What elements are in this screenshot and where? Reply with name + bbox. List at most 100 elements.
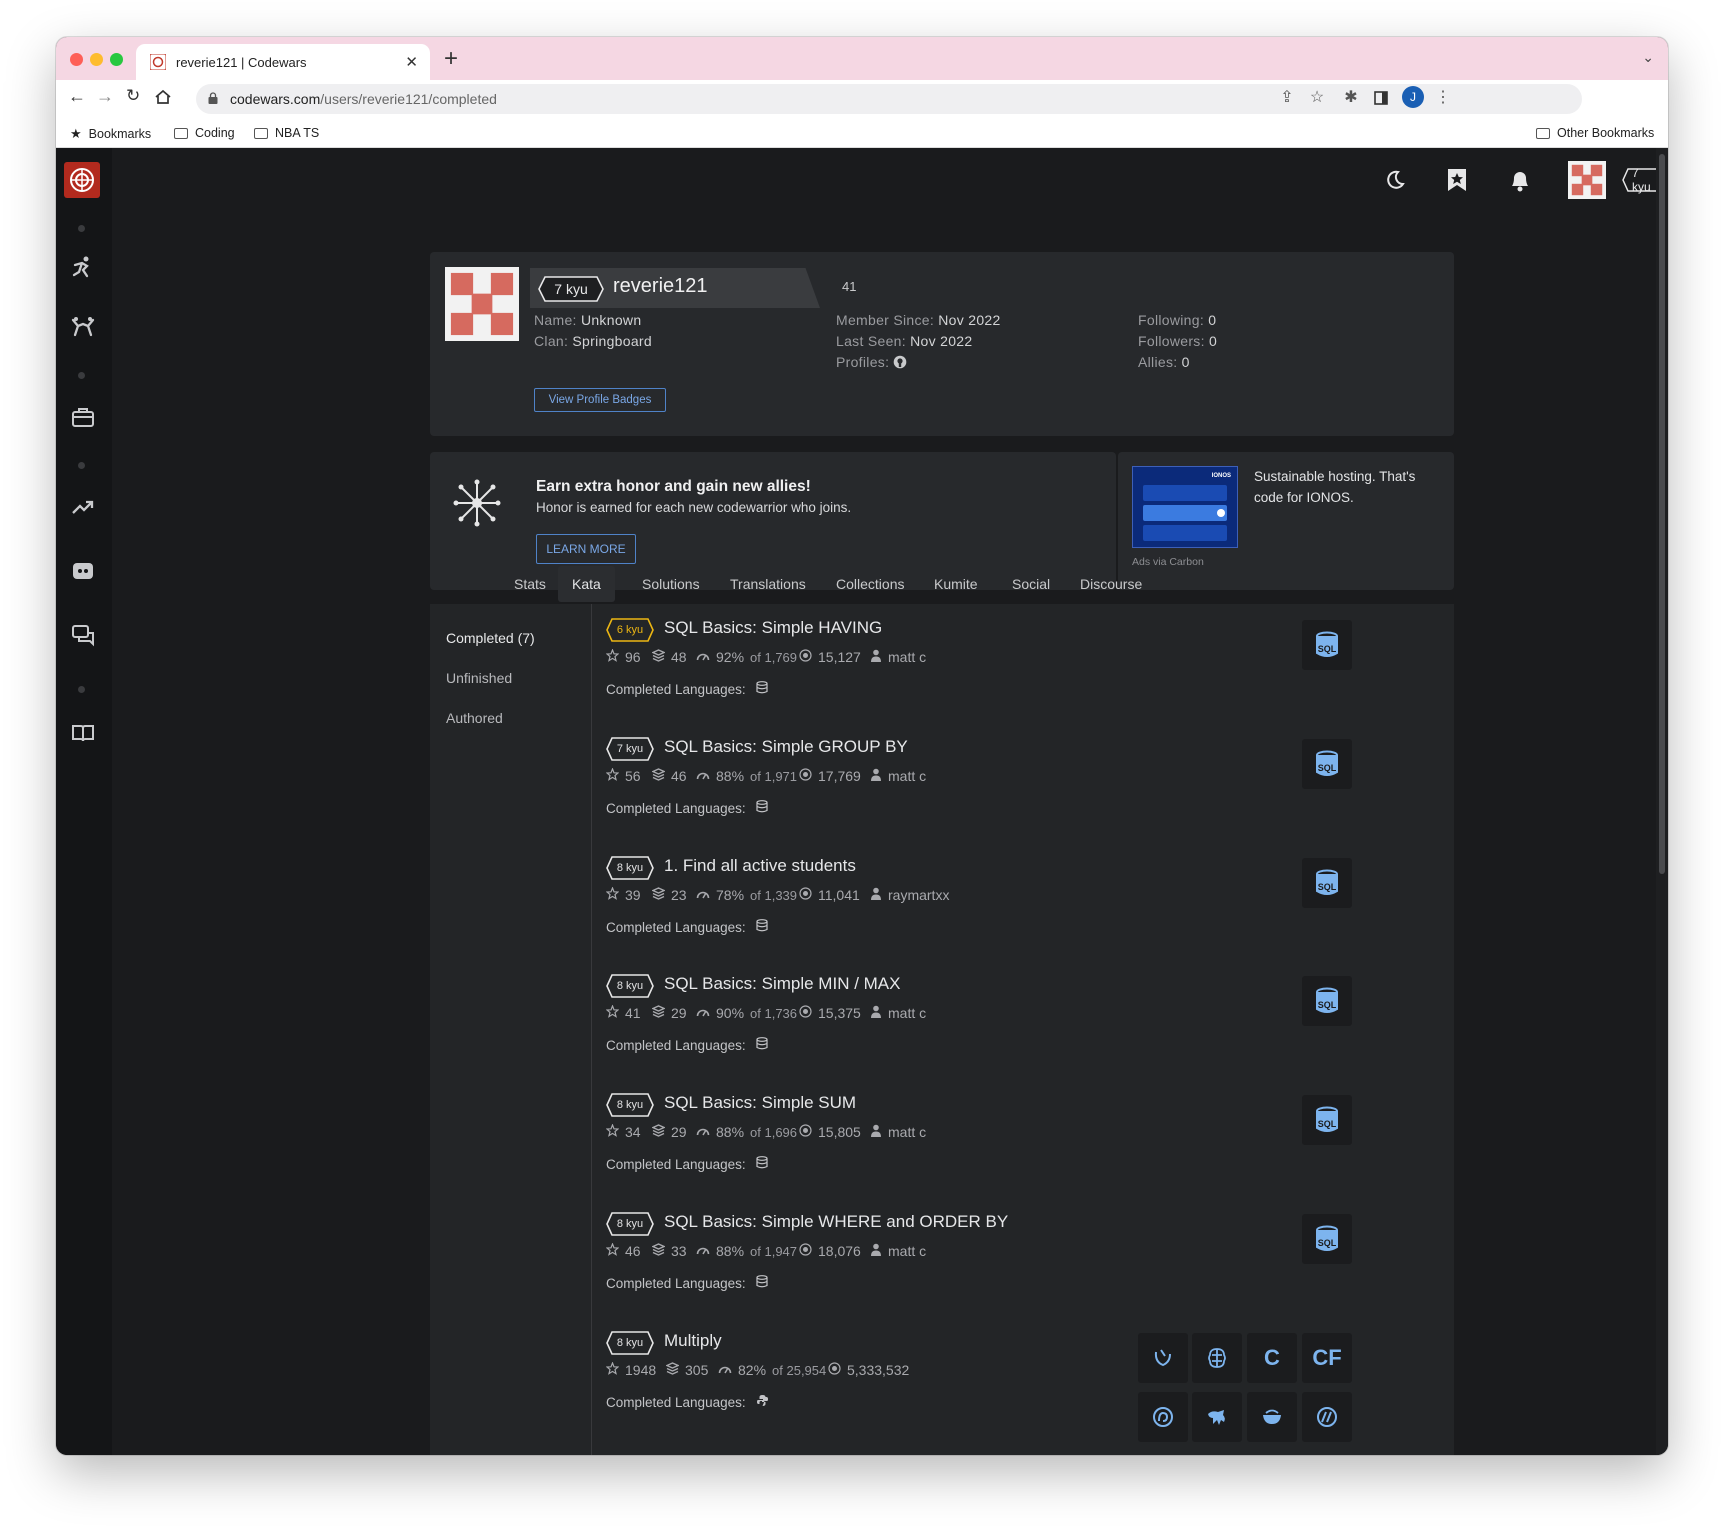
maximize-window-button[interactable] [110, 53, 123, 66]
kata-stars: 34 [625, 1124, 641, 1140]
sql-language-icon[interactable]: SQL [1302, 1214, 1352, 1264]
completed-languages: Completed Languages: [606, 800, 768, 816]
jobs-briefcase-icon[interactable] [70, 404, 96, 430]
minimize-window-button[interactable] [90, 53, 103, 66]
star-icon [605, 886, 620, 903]
subnav-completed[interactable]: Completed (7) [446, 630, 535, 646]
subnav-unfinished[interactable]: Unfinished [446, 670, 512, 686]
kata-author[interactable]: matt c [888, 1124, 926, 1140]
collections-icon [651, 649, 666, 665]
svg-text:SQL: SQL [1318, 1119, 1337, 1129]
language-agda-icon[interactable] [1138, 1333, 1188, 1383]
language-c-icon[interactable]: C [1247, 1333, 1297, 1383]
browser-tab[interactable]: reverie121 | Codewars ✕ [136, 44, 430, 80]
tab-stats[interactable]: Stats [500, 566, 560, 602]
scrollbar-thumb[interactable] [1659, 154, 1665, 874]
completions-target-icon [828, 1362, 841, 1378]
kata-title[interactable]: SQL Basics: Simple GROUP BY [664, 737, 908, 757]
leaderboard-trend-icon[interactable] [70, 494, 96, 520]
codewars-logo[interactable] [64, 162, 100, 198]
browser-window: reverie121 | Codewars ✕ + ⌄ ← → ↻ codewa… [56, 37, 1668, 1455]
tab-collections[interactable]: Collections [822, 566, 918, 602]
sql-language-icon[interactable]: SQL [1302, 1095, 1352, 1145]
bookmark-star-icon[interactable]: ☆ [1308, 89, 1326, 107]
practice-icon[interactable] [70, 254, 96, 280]
discord-icon[interactable] [70, 558, 96, 584]
folder-icon [1536, 127, 1550, 139]
satisfaction-gauge-icon [696, 649, 710, 665]
kata-votes: of 1,769 [750, 649, 798, 665]
tab-solutions[interactable]: Solutions [628, 566, 714, 602]
kata-rank-badge: 8 kyu [606, 1331, 654, 1355]
svg-text:SQL: SQL [1318, 882, 1337, 892]
forward-icon[interactable]: → [96, 86, 114, 107]
back-icon[interactable]: ← [68, 86, 86, 107]
kata-satisfaction: 90% [716, 1005, 745, 1021]
notifications-bell-icon[interactable] [1508, 167, 1532, 198]
kata-author[interactable]: matt c [888, 1243, 926, 1259]
reload-icon[interactable]: ↻ [126, 86, 140, 106]
extensions-icon[interactable]: ✱ [1342, 89, 1360, 107]
docs-book-icon[interactable] [70, 720, 96, 746]
subnav-authored[interactable]: Authored [446, 710, 503, 726]
bookmark-nba-ts[interactable]: NBA TS [254, 126, 319, 140]
language-bf-brain-icon[interactable] [1192, 1333, 1242, 1383]
view-profile-badges-button[interactable]: View Profile Badges [534, 388, 666, 412]
kata-author[interactable]: matt c [888, 649, 926, 665]
star-icon: ★ [70, 126, 82, 141]
language-bowl-icon[interactable] [1247, 1392, 1297, 1442]
tab-kata[interactable]: Kata [558, 566, 615, 602]
scrollbar-track[interactable] [1656, 148, 1668, 1455]
sql-language-icon[interactable]: SQL [1302, 620, 1352, 670]
share-icon[interactable]: ⇪ [1278, 89, 1296, 107]
kata-author[interactable]: matt c [888, 768, 926, 784]
home-icon[interactable] [154, 86, 172, 111]
promo-text: Honor is earned for each new codewarrior… [536, 500, 852, 515]
kata-title[interactable]: 1. Find all active students [664, 856, 856, 876]
learn-more-button[interactable]: LEARN MORE [536, 534, 636, 564]
github-icon[interactable] [893, 354, 907, 375]
kata-rank-badge: 8 kyu [606, 1093, 654, 1117]
discussions-icon[interactable] [70, 622, 96, 648]
side-panel-icon[interactable] [1372, 89, 1390, 107]
kumite-icon[interactable] [70, 314, 96, 340]
kata-title[interactable]: SQL Basics: Simple WHERE and ORDER BY [664, 1212, 1008, 1232]
ad-text[interactable]: Sustainable hosting. That's code for ION… [1254, 466, 1440, 508]
kata-title[interactable]: SQL Basics: Simple SUM [664, 1093, 856, 1113]
profile-avatar[interactable]: J [1402, 86, 1424, 108]
dark-mode-moon-icon[interactable] [1384, 169, 1406, 196]
ionos-ad-image[interactable]: IONOS [1132, 466, 1238, 548]
kata-title[interactable]: SQL Basics: Simple HAVING [664, 618, 882, 638]
tab-search-icon[interactable]: ⌄ [1642, 49, 1654, 66]
tab-translations[interactable]: Translations [716, 566, 820, 602]
tab-social[interactable]: Social [998, 566, 1064, 602]
close-window-button[interactable] [70, 53, 83, 66]
close-tab-icon[interactable]: ✕ [405, 53, 418, 71]
language-cfml-icon[interactable]: CF [1302, 1333, 1352, 1383]
header-avatar[interactable] [1568, 161, 1606, 199]
completed-languages: Completed Languages: [606, 1156, 768, 1172]
sql-language-icon[interactable]: SQL [1302, 858, 1352, 908]
kata-stars: 41 [625, 1005, 641, 1021]
collections-icon [651, 1243, 666, 1259]
kata-title[interactable]: Multiply [664, 1331, 722, 1351]
language-crystal-icon[interactable] [1302, 1392, 1352, 1442]
star-icon [605, 1242, 620, 1259]
kata-author[interactable]: raymartxx [888, 887, 949, 903]
bookmarks-star-icon[interactable] [1446, 167, 1468, 198]
kata-title[interactable]: SQL Basics: Simple MIN / MAX [664, 974, 900, 994]
tab-kumite[interactable]: Kumite [920, 566, 992, 602]
sql-language-icon[interactable]: SQL [1302, 976, 1352, 1026]
other-bookmarks[interactable]: Other Bookmarks [1536, 126, 1654, 140]
new-tab-button[interactable]: + [444, 45, 458, 73]
kata-completions: 18,076 [818, 1243, 861, 1259]
bookmark-coding[interactable]: Coding [174, 126, 235, 140]
menu-icon[interactable]: ⋮ [1434, 89, 1452, 107]
language-clojure-icon[interactable] [1138, 1392, 1188, 1442]
kata-stars: 1948 [625, 1362, 657, 1378]
bookmark-bookmarks[interactable]: ★ Bookmarks [70, 126, 151, 142]
tab-discourse[interactable]: Discourse [1066, 566, 1156, 602]
sql-language-icon[interactable]: SQL [1302, 739, 1352, 789]
language-coffee-bull-icon[interactable] [1192, 1392, 1242, 1442]
kata-author[interactable]: matt c [888, 1005, 926, 1021]
